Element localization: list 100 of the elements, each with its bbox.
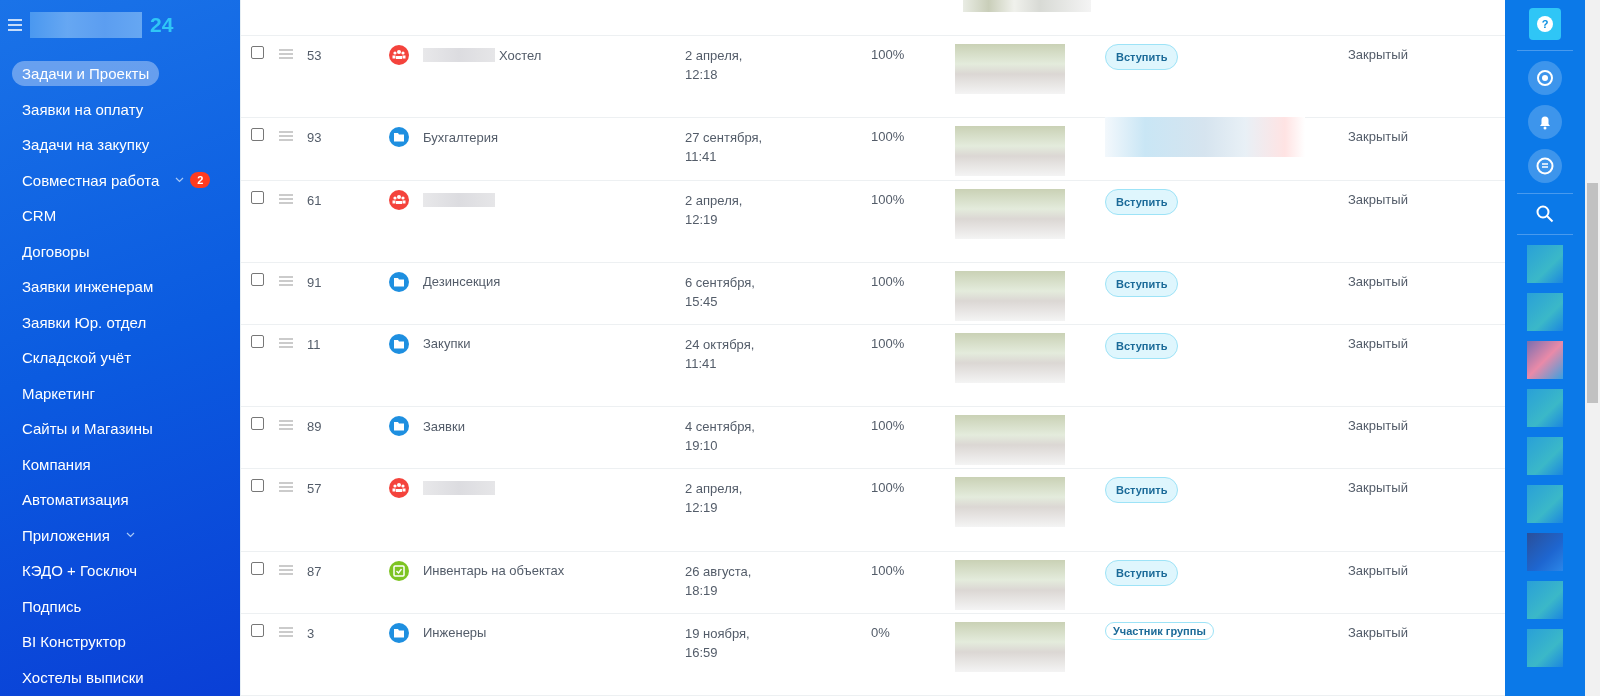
sidebar-item[interactable]: Сайты и Магазины <box>12 416 163 442</box>
folder-icon <box>389 416 409 437</box>
help-button[interactable]: ? <box>1529 8 1561 40</box>
join-button[interactable]: Вступить <box>1105 44 1179 71</box>
table-cell: Закрытый <box>1348 191 1408 207</box>
row-checkbox[interactable] <box>251 479 264 493</box>
avatar-placeholder[interactable] <box>1527 581 1563 619</box>
folder-icon <box>389 334 409 354</box>
table-cell-text: 89 <box>307 419 323 435</box>
row-checkbox[interactable] <box>251 561 264 575</box>
table-cell-text: 26 августа, 18:19 <box>685 562 753 600</box>
sidebar-item[interactable]: Задачи на закупку <box>12 132 160 158</box>
table-cell-text: 27 сентября, 11:41 <box>685 129 764 167</box>
sidebar-item[interactable]: Заявки инженерам <box>12 274 164 300</box>
table-cell-text: 100% <box>871 562 906 578</box>
drag-handle-icon[interactable] <box>279 338 293 348</box>
table-cell-text: 2 апреля, 12:19 <box>685 191 744 229</box>
join-button[interactable]: Вступить <box>1105 559 1179 586</box>
table-cell-text: 6 сентября, 15:45 <box>685 273 756 311</box>
avatar-placeholder[interactable] <box>1527 341 1563 379</box>
table-cell: Закрытый <box>1348 129 1408 145</box>
group-name-link[interactable]: Инвентарь на объектах <box>423 563 565 579</box>
avatar-placeholder[interactable] <box>1527 629 1563 667</box>
table-cell-text: 61 <box>307 192 323 208</box>
table-cell-text: 100% <box>871 47 906 63</box>
table-cell-text: 100% <box>871 129 906 145</box>
row-checkbox[interactable] <box>251 272 264 286</box>
table-cell-text: 2 апреля, 12:19 <box>685 480 744 518</box>
sidebar-item[interactable]: Складской учёт <box>12 345 142 371</box>
group-name-link[interactable]: Инженеры <box>423 625 487 641</box>
row-checkbox[interactable] <box>251 46 264 60</box>
table-cell-text: 4 сентября, 19:10 <box>685 418 756 456</box>
group-icon <box>389 189 409 210</box>
sidebar-item[interactable]: КЭДО + Госключ <box>12 558 148 584</box>
avatar-placeholder[interactable] <box>1527 293 1563 331</box>
group-name-link[interactable]: Хостел <box>499 47 542 63</box>
search-icon[interactable] <box>1535 204 1555 224</box>
drag-handle-icon[interactable] <box>279 275 293 286</box>
row-checkbox[interactable] <box>251 335 264 348</box>
table-cell-text: 19 ноября, 16:59 <box>685 624 751 662</box>
group-name-link[interactable]: Закупки <box>423 336 471 352</box>
chevron-icon[interactable] <box>125 532 135 539</box>
sidebar-item[interactable]: Заявки на оплату <box>12 96 154 122</box>
group-icon <box>389 45 409 66</box>
sidebar-item[interactable]: Договоры <box>12 238 100 264</box>
table-cell: Закрытый <box>1348 47 1408 63</box>
menu-icon[interactable] <box>8 19 22 31</box>
scrollbar-thumb[interactable] <box>1587 183 1598 403</box>
table-cell-text: 0% <box>871 624 891 640</box>
avatar-placeholder[interactable] <box>1527 533 1563 571</box>
sidebar-item[interactable]: Приложения <box>12 522 120 548</box>
row-checkbox[interactable] <box>251 417 264 431</box>
table-cell-text: 100% <box>871 418 906 434</box>
drag-handle-icon[interactable] <box>279 131 293 142</box>
sidebar-item[interactable]: Совместная работа <box>12 167 170 193</box>
folder-icon <box>389 127 409 148</box>
folder-icon <box>389 271 409 292</box>
avatar-placeholder[interactable] <box>1527 437 1563 475</box>
sidebar-item[interactable]: Компания <box>12 451 101 477</box>
drag-handle-icon[interactable] <box>279 564 293 575</box>
sidebar-item[interactable]: Маркетинг <box>12 380 105 406</box>
board-icon <box>389 560 409 581</box>
sidebar-item[interactable]: CRM <box>12 203 67 229</box>
sidebar-item[interactable]: Автоматизация <box>12 487 139 513</box>
avatar-placeholder[interactable] <box>1527 389 1563 427</box>
table-cell: Закрытый <box>1348 273 1408 289</box>
join-button[interactable]: Вступить <box>1105 477 1179 504</box>
sidebar-item[interactable]: Хостелы выписки <box>12 664 154 690</box>
group-name-link[interactable]: Дезинсекция <box>423 274 501 290</box>
join-button[interactable]: Вступить <box>1105 188 1179 215</box>
sidebar-item[interactable]: BI Конструктор <box>12 629 136 655</box>
group-name-link[interactable]: Заявки <box>423 418 465 434</box>
avatar-placeholder[interactable] <box>1527 485 1563 523</box>
drag-handle-icon[interactable] <box>279 49 293 60</box>
scrollbar[interactable] <box>1585 0 1600 696</box>
sidebar-item[interactable]: Подпись <box>12 593 92 619</box>
folder-icon <box>389 622 409 643</box>
sidebar-item[interactable]: Заявки Юр. отдел <box>12 309 157 335</box>
ring-icon[interactable] <box>1528 61 1562 95</box>
drag-handle-icon[interactable] <box>279 193 293 204</box>
bell-icon[interactable] <box>1528 105 1562 139</box>
join-button[interactable]: Вступить <box>1105 333 1179 359</box>
drag-handle-icon[interactable] <box>279 626 293 637</box>
table-cell-text: 2 апреля, 12:18 <box>685 47 744 85</box>
avatar-placeholder[interactable] <box>1527 245 1563 283</box>
group-icon <box>389 478 409 499</box>
chevron-icon[interactable] <box>175 177 185 184</box>
group-name-link[interactable]: Бухгалтерия <box>423 129 499 145</box>
drag-handle-icon[interactable] <box>279 482 293 493</box>
table-cell: Закрытый <box>1348 418 1408 434</box>
logo-text: 24 <box>150 13 174 37</box>
row-checkbox[interactable] <box>251 190 264 204</box>
drag-handle-icon[interactable] <box>279 420 293 431</box>
table-cell-text: 100% <box>871 273 906 289</box>
join-button[interactable]: Вступить <box>1105 270 1179 297</box>
row-checkbox[interactable] <box>251 128 264 142</box>
chat-icon[interactable] <box>1528 149 1562 183</box>
table-cell-text: 87 <box>307 563 323 579</box>
row-checkbox[interactable] <box>251 623 264 637</box>
table-cell: Закрытый <box>1348 480 1408 496</box>
